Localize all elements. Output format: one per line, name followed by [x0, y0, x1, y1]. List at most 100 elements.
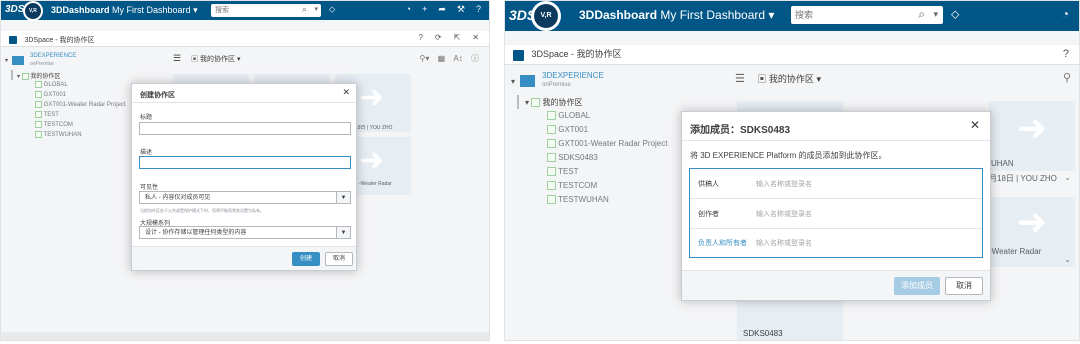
help-icon[interactable]: ? — [1063, 48, 1069, 60]
platform-icon — [520, 75, 535, 87]
content-toolbar: ☰ ▣ 我的协作区 ▾ — [735, 72, 821, 85]
menu-icon[interactable]: ☰ — [735, 73, 745, 85]
tree-item[interactable]: SDKS0483 — [547, 153, 598, 163]
chevron-down-icon[interactable]: ▾ — [816, 74, 821, 84]
close-icon[interactable]: ✕ — [342, 87, 350, 98]
authors-input[interactable]: 输入名称或登录名 — [756, 209, 812, 219]
horizontal-scrollbar[interactable] — [1, 332, 489, 340]
leaders-row[interactable]: 负责人和所有者 输入名称或登录名 — [690, 229, 982, 258]
tree-item-label: GXT001-Weater Radar Project — [558, 139, 668, 148]
tree-item-label: SDKS0483 — [558, 153, 598, 162]
tree-item[interactable]: TESTCOM — [547, 181, 597, 191]
tree-item[interactable]: TESTWUHAN — [35, 131, 82, 138]
sort-icon[interactable]: A↕ — [453, 54, 462, 63]
tree-item[interactable]: TESTCOM — [35, 121, 73, 128]
widget-header: 3DSpace - 我的协作区 ? ⟳ ⇱ ✕ — [1, 31, 489, 47]
space-tile[interactable]: SDKS0483 — [737, 297, 843, 340]
tree-root-label[interactable]: 3DEXPERIENCE — [542, 71, 604, 80]
tree-item-label: GXT001 — [558, 125, 589, 134]
caret-down-icon[interactable]: ▾ — [5, 57, 8, 64]
my-spaces-filter[interactable]: 我的协作区 — [769, 74, 814, 84]
search-icon[interactable]: ⌕ — [302, 4, 307, 15]
tree-item[interactable]: GXT001 — [35, 91, 66, 98]
search-icon[interactable]: ⌕ — [918, 7, 925, 22]
close-icon[interactable]: ✕ — [970, 118, 980, 132]
chevron-down-icon[interactable]: ⌄ — [1064, 173, 1071, 182]
chevron-down-icon[interactable]: ▾ — [237, 56, 241, 63]
visibility-label: 可见性 — [140, 185, 159, 191]
tile-caption: 月18日 | YOU ZHO — [989, 174, 1057, 183]
tree-item[interactable]: GXT001-Weater Radar Project — [547, 139, 668, 149]
tree-my-spaces[interactable]: ▾ 我的协作区 — [17, 71, 60, 80]
space-icon — [547, 181, 556, 191]
caret-down-icon: ▾ — [525, 98, 530, 107]
tree-item[interactable]: TESTWUHAN — [547, 195, 609, 205]
space-icon — [547, 153, 556, 163]
tree-item[interactable]: GLOBAL — [547, 111, 590, 121]
description-input[interactable] — [139, 156, 351, 169]
info-icon[interactable]: ⓘ — [471, 54, 479, 63]
tree-item[interactable]: GXT001-Weater Radar Project — [35, 101, 126, 108]
contributors-row[interactable]: 供稿人 输入名称或登录名 — [690, 169, 982, 199]
chevron-down-icon[interactable]: ▾ — [314, 5, 318, 13]
search-field[interactable]: ⌕ ▾ — [791, 6, 943, 24]
compass-icon[interactable]: V,R — [23, 1, 43, 21]
search-field[interactable]: ⌕ ▾ — [211, 4, 321, 17]
tree-my-spaces-label: 我的协作区 — [542, 98, 583, 107]
chevron-down-icon[interactable]: ⌄ — [1064, 255, 1071, 264]
top-actions: ◔ + ➦ ⚒ ? — [406, 4, 481, 15]
close-icon[interactable]: ✕ — [472, 33, 479, 42]
space-icon — [531, 98, 541, 108]
tag-icon[interactable]: ⬦ — [951, 7, 959, 22]
add-icon[interactable]: + — [422, 4, 427, 15]
chevron-down-icon[interactable]: ▾ — [933, 9, 938, 20]
visibility-select[interactable]: 私人 - 内容仅对成员可见 ▼ — [139, 191, 351, 204]
my-spaces-filter[interactable]: 我的协作区 — [200, 56, 235, 63]
tree-item[interactable]: GLOBAL — [35, 81, 68, 88]
chevron-down-icon[interactable]: ▼ — [336, 227, 350, 238]
tree-my-spaces[interactable]: ▾ 我的协作区 — [525, 97, 582, 108]
3dspace-icon — [9, 35, 17, 44]
cancel-button[interactable]: 取消 — [325, 252, 353, 266]
tree-item[interactable]: TEST — [547, 167, 579, 177]
space-tile[interactable]: ➜ UHAN — [989, 101, 1075, 171]
space-icon — [547, 139, 556, 149]
cancel-button[interactable]: 取消 — [945, 277, 983, 295]
top-bar: 3DS V,R 3DDashboard My First Dashboard ▾… — [505, 1, 1079, 31]
compass-icon[interactable]: V,R — [531, 1, 561, 31]
pin-icon[interactable]: ⇱ — [454, 33, 461, 42]
user-icon[interactable]: ◔ — [1062, 7, 1069, 21]
space-icon — [21, 72, 29, 80]
tree-item[interactable]: GXT001 — [547, 125, 589, 135]
tree-root-label[interactable]: 3DEXPERIENCE — [30, 53, 76, 59]
content-toolbar: ☰ ▣ 我的协作区 ▾ — [173, 53, 240, 64]
tree-item-label: GXT001 — [43, 92, 67, 99]
app-title[interactable]: 3DDashboard My First Dashboard ▾ — [51, 5, 198, 16]
leaders-input[interactable]: 输入名称或登录名 — [756, 238, 812, 248]
search-input[interactable] — [215, 4, 281, 17]
caret-down-icon[interactable]: ▾ — [511, 77, 515, 86]
tree-item[interactable]: TEST — [35, 111, 59, 118]
add-members-button[interactable]: 添加成员 — [894, 277, 940, 295]
help-icon[interactable]: ? — [476, 4, 481, 15]
chevron-down-icon[interactable]: ▼ — [336, 192, 350, 203]
authors-row[interactable]: 创作者 输入名称或登录名 — [690, 199, 982, 229]
menu-icon[interactable]: ☰ — [173, 53, 181, 63]
space-tile-footer[interactable]: 月18日 | YOU ZHO ⌄ — [989, 173, 1075, 187]
filter-icon[interactable]: ⚲ — [1063, 71, 1071, 84]
title-input[interactable] — [139, 122, 351, 135]
app-title[interactable]: 3DDashboard My First Dashboard ▾ — [579, 8, 774, 22]
compass-tools-icon[interactable]: ⚒ — [457, 4, 465, 15]
search-input[interactable] — [795, 6, 887, 24]
filter-icon[interactable]: ⚲▾ — [420, 54, 430, 63]
help-icon[interactable]: ? — [418, 33, 422, 42]
tag-icon[interactable]: ⬦ — [329, 4, 335, 15]
family-select[interactable]: 设计 - 协作存储以管理任何类型的内容 ▼ — [139, 226, 351, 239]
contributors-input[interactable]: 输入名称或登录名 — [756, 179, 812, 189]
create-button[interactable]: 创建 — [292, 252, 320, 266]
user-icon[interactable]: ◔ — [406, 4, 411, 15]
refresh-icon[interactable]: ⟳ — [435, 33, 442, 42]
share-icon[interactable]: ➦ — [438, 4, 446, 15]
grid-view-icon[interactable]: ▦ — [438, 54, 446, 63]
space-tile[interactable]: ➜ -Weater Radar ⌄ — [989, 197, 1075, 267]
